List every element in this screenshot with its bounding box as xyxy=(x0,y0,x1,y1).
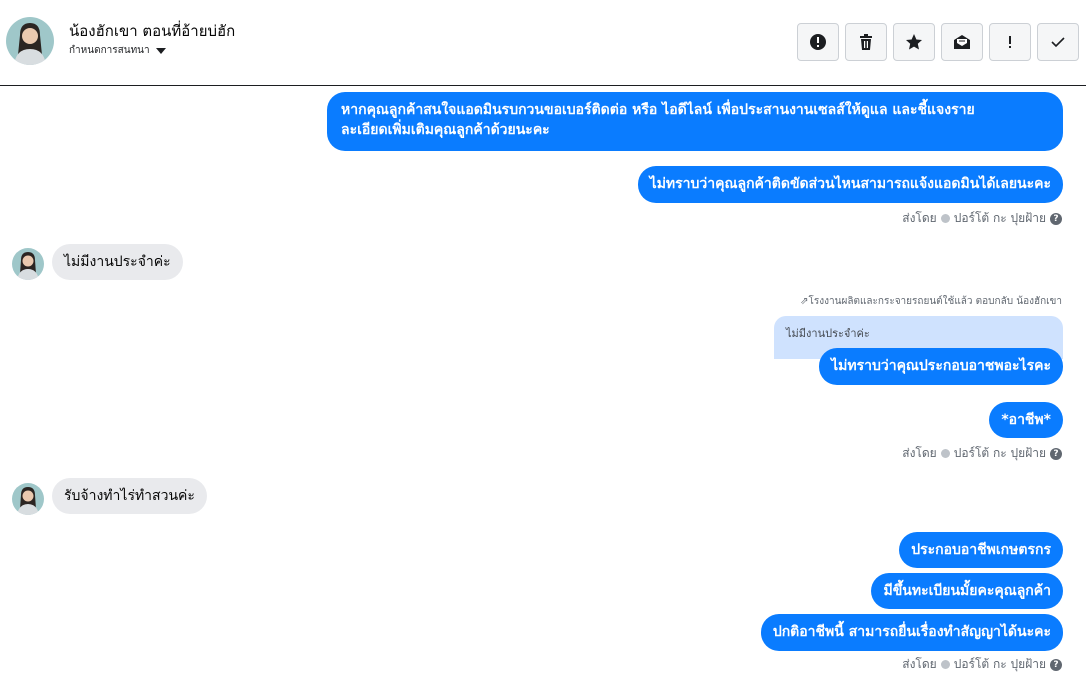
delete-button[interactable] xyxy=(845,23,887,61)
message-text: มีขึ้นทะเบียนมั้ยคะคุณลูกค้า xyxy=(883,583,1051,599)
sent-by-label: ส่งโดย ปอร์โต้ กะ ปุยฝ้าย ? xyxy=(902,209,1062,228)
agent-status-icon xyxy=(940,449,950,458)
quoted-text: ไม่มีงานประจำค่ะ xyxy=(786,327,870,340)
help-icon[interactable]: ? xyxy=(1050,447,1062,460)
outgoing-message[interactable]: หากคุณลูกค้าสนใจแอดมินรบกวนขอเบอร์ติดต่อ… xyxy=(327,92,1063,151)
checkmark-icon xyxy=(1051,37,1065,48)
incoming-message[interactable]: ไม่มีงานประจำค่ะ xyxy=(52,244,183,280)
contact-avatar-small[interactable] xyxy=(12,483,44,515)
sent-by-label: ส่งโดย ปอร์โต้ กะ ปุยฝ้าย ? xyxy=(902,444,1062,463)
incoming-message[interactable]: รับจ้างทำไร่ทำสวนค่ะ xyxy=(52,478,207,514)
trash-icon xyxy=(860,34,872,50)
reply-arrow-icon: ⇗ xyxy=(800,296,809,307)
reply-context-text: โรงงานผลิตและกระจายรถยนต์ใช้แล้ว ตอบกลับ… xyxy=(808,296,1062,307)
sent-by-agent[interactable]: ปอร์โต้ กะ ปุยฝ้าย xyxy=(954,444,1046,463)
sent-by-prefix: ส่งโดย xyxy=(902,446,937,460)
message-text: ไม่ทราบว่าคุณลูกค้าติดขัดส่วนไหนสามารถแจ… xyxy=(649,176,1051,192)
conversation-settings-dropdown[interactable]: กำหนดการสนทนา xyxy=(69,43,166,58)
outgoing-message[interactable]: ไม่ทราบว่าคุณประกอบอาชพอะไรคะ xyxy=(819,348,1063,385)
outgoing-message[interactable]: ปกติอาชีพนี้ สามารถยื่นเรื่องทำสัญญาได้น… xyxy=(760,614,1063,651)
contact-name[interactable]: น้องฮักเขา ตอนที่อ้ายบ่ฮัก xyxy=(69,19,235,43)
help-icon[interactable]: ? xyxy=(1050,212,1062,225)
mark-unread-icon xyxy=(954,35,970,49)
mark-spam-button[interactable] xyxy=(797,23,839,61)
outgoing-message[interactable]: ไม่ทราบว่าคุณลูกค้าติดขัดส่วนไหนสามารถแจ… xyxy=(637,166,1063,203)
alert-circle-icon xyxy=(810,34,826,50)
conversation-toolbar xyxy=(797,23,1079,61)
follow-up-button[interactable] xyxy=(989,23,1031,61)
caret-down-icon xyxy=(155,47,166,54)
outgoing-message[interactable]: มีขึ้นทะเบียนมั้ยคะคุณลูกค้า xyxy=(871,573,1063,609)
message-text: *อาชีพ* xyxy=(1001,412,1051,428)
mark-done-button[interactable] xyxy=(1037,23,1079,61)
message-text: ไม่มีงานประจำค่ะ xyxy=(64,254,171,270)
message-text-line: หากคุณลูกค้าสนใจแอดมินรบกวนขอเบอร์ติดต่อ… xyxy=(341,102,975,118)
mark-unread-button[interactable] xyxy=(941,23,983,61)
exclamation-icon xyxy=(1009,36,1011,48)
contact-avatar[interactable] xyxy=(6,17,54,65)
reply-context-note: ⇗โรงงานผลิตและกระจายรถยนต์ใช้แล้ว ตอบกลั… xyxy=(800,294,1062,309)
message-text: ประกอบอาชีพเกษตรกร xyxy=(911,542,1051,558)
sent-by-prefix: ส่งโดย xyxy=(902,211,937,225)
message-text: รับจ้างทำไร่ทำสวนค่ะ xyxy=(64,488,195,504)
outgoing-message[interactable]: *อาชีพ* xyxy=(989,402,1063,438)
sent-by-agent[interactable]: ปอร์โต้ กะ ปุยฝ้าย xyxy=(954,209,1046,228)
agent-status-icon xyxy=(940,660,950,669)
sent-by-agent[interactable]: ปอร์โต้ กะ ปุยฝ้าย xyxy=(954,655,1046,674)
star-button[interactable] xyxy=(893,23,935,61)
help-icon[interactable]: ? xyxy=(1050,658,1062,671)
message-text: ปกติอาชีพนี้ สามารถยื่นเรื่องทำสัญญาได้น… xyxy=(772,624,1051,640)
conversation-header: น้องฮักเขา ตอนที่อ้ายบ่ฮัก กำหนดการสนทนา xyxy=(0,0,1086,86)
contact-avatar-small[interactable] xyxy=(12,248,44,280)
outgoing-message[interactable]: ประกอบอาชีพเกษตรกร xyxy=(899,532,1063,568)
sent-by-prefix: ส่งโดย xyxy=(902,657,937,671)
agent-status-icon xyxy=(940,214,950,223)
conversation-settings-label: กำหนดการสนทนา xyxy=(69,45,150,56)
sent-by-label: ส่งโดย ปอร์โต้ กะ ปุยฝ้าย ? xyxy=(902,655,1062,674)
message-text: ไม่ทราบว่าคุณประกอบอาชพอะไรคะ xyxy=(831,358,1051,374)
message-text-line: ละเอียดเพิ่มเติมคุณลูกค้าด้วยนะคะ xyxy=(341,122,550,138)
star-icon xyxy=(906,34,922,50)
